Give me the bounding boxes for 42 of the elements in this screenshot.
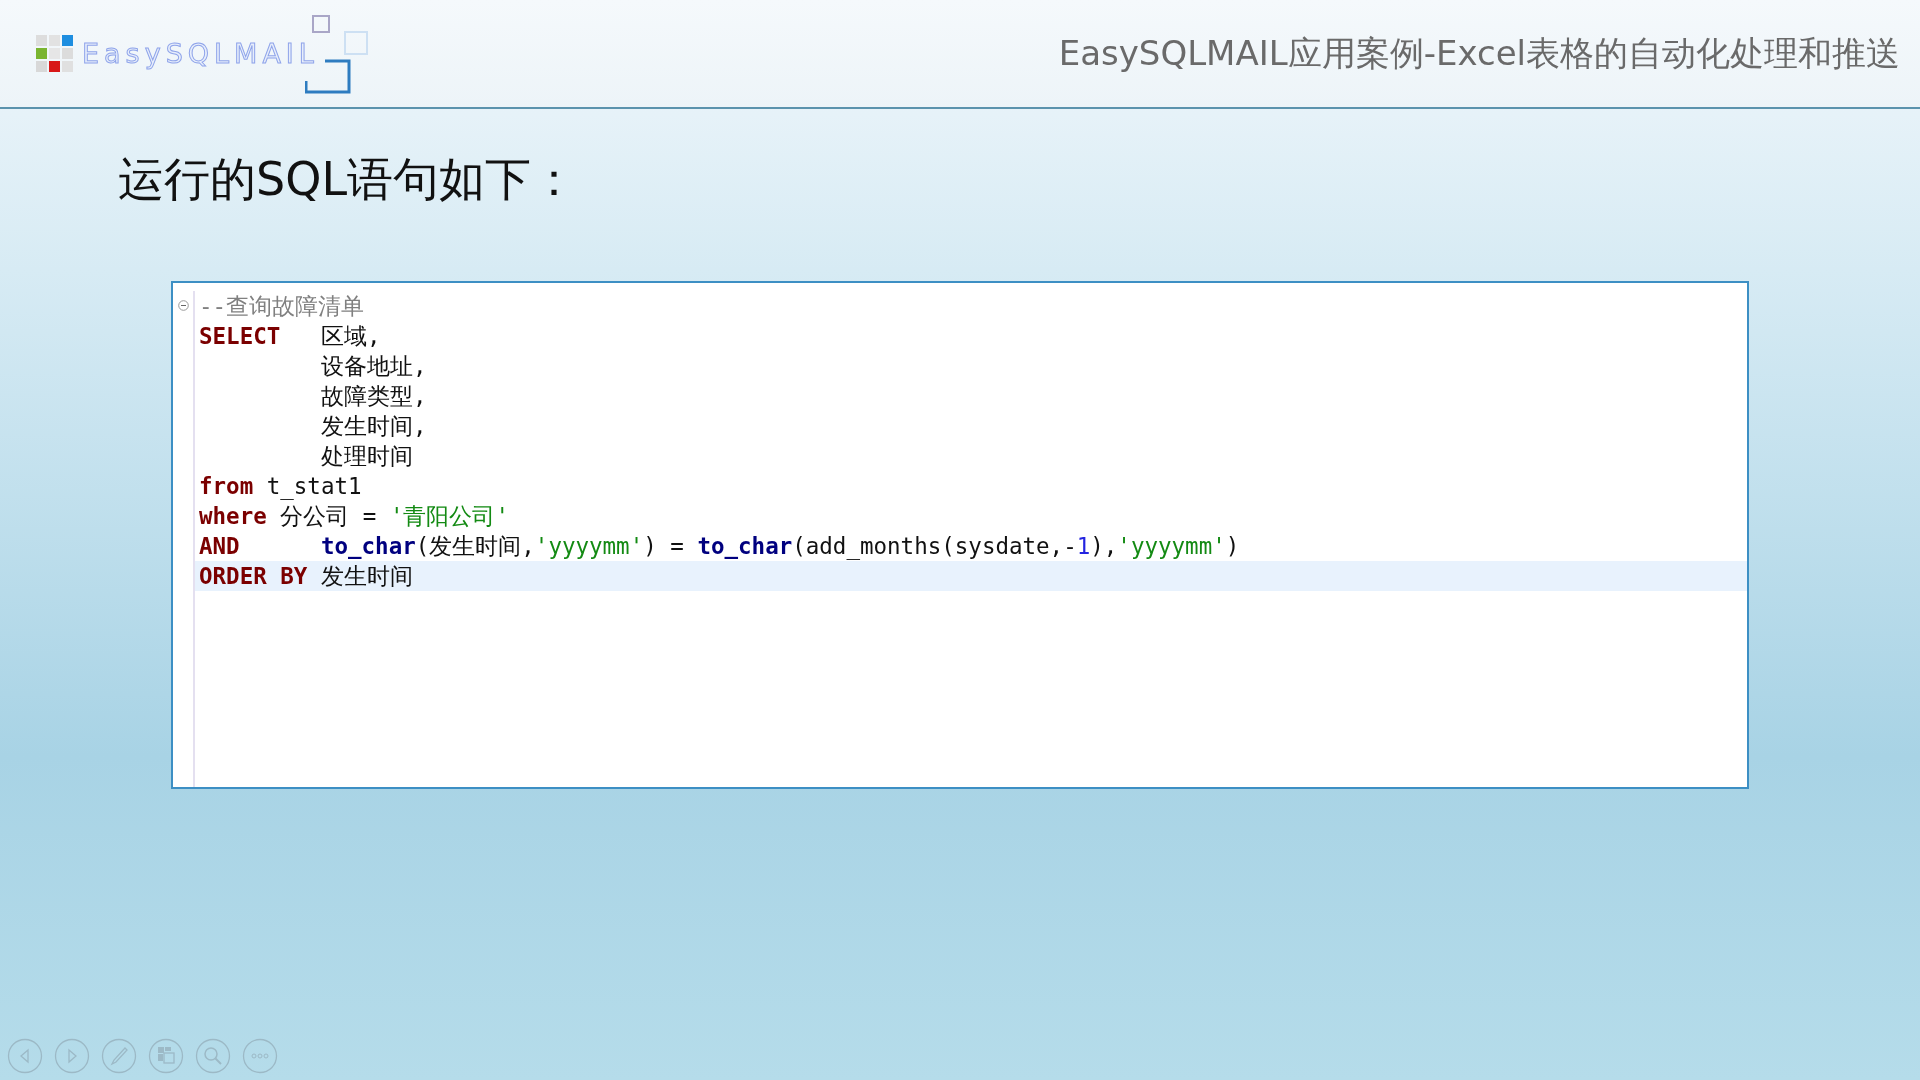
code-text: 设备地址,: [319, 351, 427, 381]
code-text: ) =: [643, 533, 685, 559]
code-text: 发生时间,: [319, 411, 427, 441]
function-name: to_char: [697, 533, 793, 559]
previous-button[interactable]: [7, 1038, 43, 1074]
more-button[interactable]: [242, 1038, 278, 1074]
code-text: 分公司 =: [279, 501, 378, 531]
zoom-button[interactable]: [195, 1038, 231, 1074]
code-text: 区域,: [319, 321, 381, 351]
number-literal: 1: [1076, 533, 1091, 559]
string-literal: 'yyyymm': [1117, 533, 1226, 559]
pen-icon: [101, 1038, 137, 1074]
pen-button[interactable]: [101, 1038, 137, 1074]
next-icon: [54, 1038, 90, 1074]
sql-keyword: where: [199, 503, 267, 529]
code-text: t_stat1: [265, 473, 362, 499]
logo-text: EasySQLMAIL: [82, 38, 319, 69]
code-text: (add_months(sysdate,-: [792, 533, 1077, 559]
string-literal: 'yyyymm': [534, 533, 644, 559]
code-text: 故障类型,: [319, 381, 427, 411]
previous-icon: [7, 1038, 43, 1074]
function-name: to_char: [319, 533, 416, 559]
slides-button[interactable]: [148, 1038, 184, 1074]
string-literal: '青阳公司': [389, 501, 509, 531]
code-text: (发生时间,: [415, 531, 535, 561]
code-text: ),: [1090, 533, 1118, 559]
sql-keyword: SELECT: [199, 323, 281, 349]
slides-grid-icon: [148, 1038, 184, 1074]
code-text: 发生时间: [319, 561, 413, 591]
search-icon: [195, 1038, 231, 1074]
sql-keyword: from: [199, 473, 254, 499]
next-button[interactable]: [54, 1038, 90, 1074]
cubes-logo-icon: [34, 32, 76, 75]
slide-heading: 运行的SQL语句如下：: [118, 151, 579, 208]
slide-title: EasySQLMAIL应用案例-Excel表格的自动化处理和推送: [1058, 31, 1900, 75]
collapse-icon[interactable]: [178, 300, 189, 311]
more-icon: [242, 1038, 278, 1074]
sql-keyword: ORDER BY: [199, 563, 308, 589]
code-text: ): [1225, 533, 1240, 559]
sql-keyword: AND: [199, 533, 240, 559]
code-comment: --查询故障清单: [199, 291, 365, 321]
code-text: 处理时间: [319, 441, 413, 471]
